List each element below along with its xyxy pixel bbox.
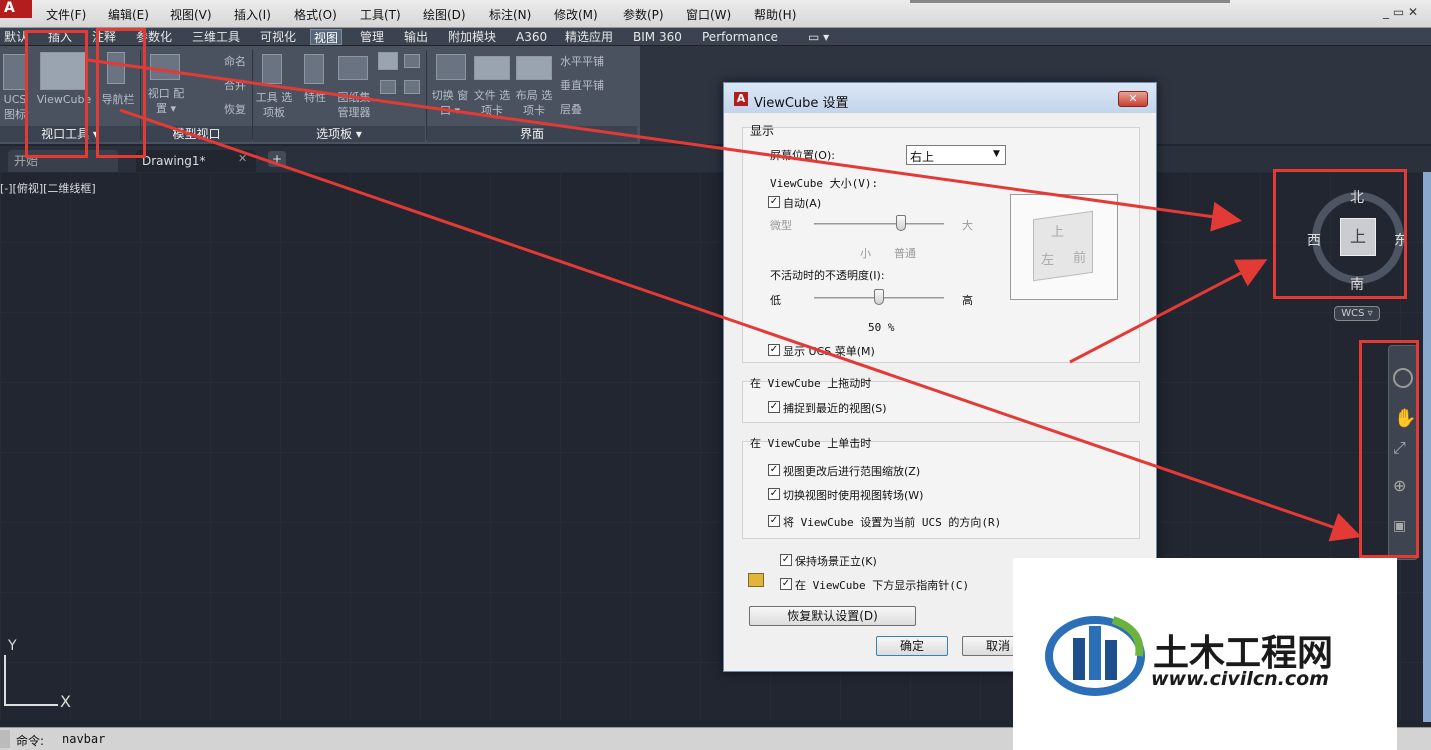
watermark-url: www.civilcn.com	[1151, 668, 1329, 690]
arrow-dialog-to-viewcube	[1069, 259, 1268, 364]
arrow-to-navbar	[119, 108, 1362, 542]
watermark: 土木工程网 www.civilcn.com	[1013, 558, 1397, 750]
watermark-logo-icon	[1045, 616, 1145, 696]
arrow-to-viewcube	[87, 58, 1242, 232]
